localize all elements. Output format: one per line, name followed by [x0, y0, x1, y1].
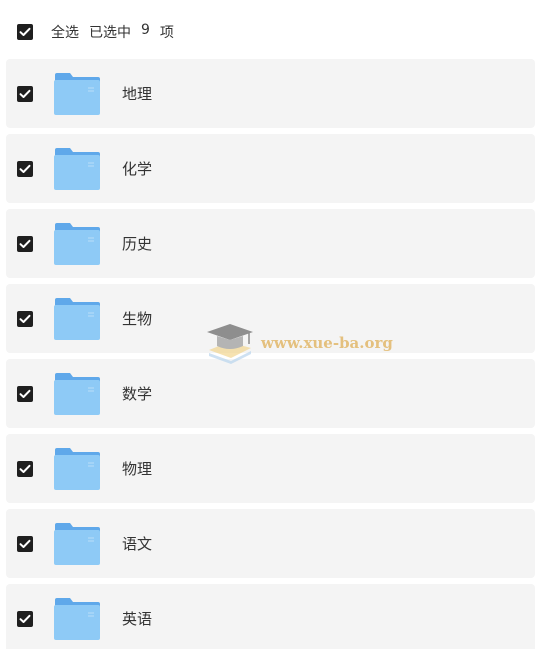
check-icon [19, 239, 31, 248]
folder-row[interactable]: 语文 [6, 509, 535, 578]
row-checkbox[interactable] [17, 535, 33, 552]
row-checkbox[interactable] [17, 385, 33, 402]
folder-row[interactable]: 英语 [6, 584, 535, 649]
selection-header: 全选 已选中 9 项 [0, 19, 535, 45]
check-icon [19, 614, 31, 623]
row-checkbox[interactable] [17, 160, 33, 177]
selection-summary: 全选 已选中 9 项 [51, 22, 174, 42]
check-icon [19, 89, 31, 98]
folder-name: 语文 [122, 535, 153, 553]
row-checkbox[interactable] [17, 85, 33, 102]
folder-row[interactable]: 物理 [6, 434, 535, 503]
folder-icon [54, 447, 100, 490]
folder-icon [54, 522, 100, 565]
folder-name: 生物 [122, 310, 153, 328]
selected-suffix: 项 [159, 25, 174, 41]
select-all-label[interactable]: 全选 [51, 22, 79, 42]
row-checkbox[interactable] [17, 310, 33, 327]
folder-name: 化学 [122, 160, 153, 178]
folder-row[interactable]: 化学 [6, 134, 535, 203]
check-icon [19, 464, 31, 473]
file-selection-page: 全选 已选中 9 项 地理 化学 历史 生物 数学 物理 语文 英语 www.x… [0, 0, 535, 649]
folder-name: 英语 [122, 610, 153, 628]
selected-prefix: 已选中 [89, 25, 131, 41]
selected-count: 9 [141, 22, 150, 38]
select-all-checkbox[interactable] [17, 24, 33, 40]
folder-icon [54, 372, 100, 415]
check-icon [19, 164, 31, 173]
check-icon [19, 314, 31, 323]
row-checkbox[interactable] [17, 235, 33, 252]
row-checkbox[interactable] [17, 460, 33, 477]
folder-name: 历史 [122, 235, 153, 253]
watermark: www.xue-ba.org [205, 320, 393, 366]
folder-row[interactable]: 历史 [6, 209, 535, 278]
folder-row[interactable]: 地理 [6, 59, 535, 128]
watermark-text: www.xue-ba.org [261, 334, 393, 352]
folder-name: 地理 [122, 85, 153, 103]
row-checkbox[interactable] [17, 610, 33, 627]
folder-icon [54, 72, 100, 115]
folder-row[interactable]: 数学 [6, 359, 535, 428]
folder-icon [54, 147, 100, 190]
check-icon [19, 539, 31, 548]
check-icon [19, 389, 31, 398]
graduation-cap-icon [207, 324, 253, 364]
check-icon [19, 27, 31, 36]
folder-icon [54, 222, 100, 265]
folder-icon [54, 297, 100, 340]
folder-name: 数学 [122, 385, 153, 403]
folder-name: 物理 [122, 460, 153, 478]
folder-icon [54, 597, 100, 640]
